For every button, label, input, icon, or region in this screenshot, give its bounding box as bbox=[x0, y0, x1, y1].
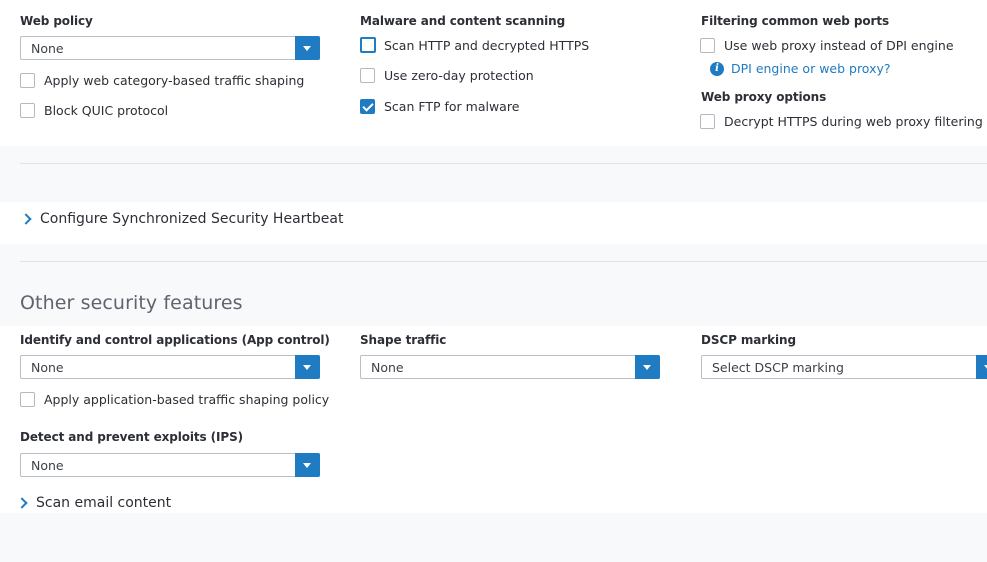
app-traffic-shaping-label: Apply application-based traffic shaping … bbox=[44, 391, 330, 407]
web-traffic-shaping-label: Apply web category-based traffic shaping bbox=[44, 72, 305, 88]
shape-traffic-select-value: None bbox=[371, 360, 404, 375]
section-divider bbox=[20, 163, 987, 164]
caret-down-icon[interactable] bbox=[976, 355, 987, 379]
caret-down-icon[interactable] bbox=[295, 453, 320, 477]
caret-down-icon[interactable] bbox=[295, 36, 320, 60]
block-quic-option[interactable]: Block QUIC protocol bbox=[20, 101, 168, 119]
scan-ftp-label: Scan FTP for malware bbox=[384, 98, 520, 114]
scan-ftp-option[interactable]: Scan FTP for malware bbox=[360, 97, 519, 115]
chevron-right-icon bbox=[18, 497, 26, 509]
scan-http-option[interactable]: Scan HTTP and decrypted HTTPS bbox=[360, 36, 589, 54]
info-icon: i bbox=[710, 61, 724, 76]
section-title: Other security features bbox=[20, 292, 243, 314]
shape-traffic-select[interactable]: None bbox=[360, 355, 660, 379]
section-divider bbox=[20, 261, 987, 262]
zero-day-label: Use zero-day protection bbox=[384, 67, 534, 83]
app-control-select-value: None bbox=[31, 360, 64, 375]
app-traffic-shaping-checkbox[interactable] bbox=[20, 391, 35, 407]
dpi-or-proxy-link[interactable]: i DPI engine or web proxy? bbox=[710, 61, 891, 76]
malware-scanning-label: Malware and content scanning bbox=[360, 14, 566, 28]
ips-select[interactable]: None bbox=[20, 453, 320, 477]
caret-down-icon[interactable] bbox=[635, 355, 660, 379]
web-policy-select-value: None bbox=[31, 41, 64, 56]
heartbeat-toggle[interactable]: Configure Synchronized Security Heartbea… bbox=[22, 211, 343, 227]
block-quic-checkbox[interactable] bbox=[20, 102, 35, 118]
decrypt-https-checkbox[interactable] bbox=[700, 113, 715, 129]
decrypt-https-option[interactable]: Decrypt HTTPS during web proxy filtering bbox=[700, 112, 983, 130]
scan-email-label[interactable]: Scan email content bbox=[36, 495, 171, 511]
block-quic-label: Block QUIC protocol bbox=[44, 102, 169, 118]
zero-day-option[interactable]: Use zero-day protection bbox=[360, 66, 534, 84]
app-control-select[interactable]: None bbox=[20, 355, 320, 379]
scan-email-toggle[interactable]: Scan email content bbox=[18, 495, 171, 511]
chevron-right-icon bbox=[22, 213, 30, 225]
zero-day-checkbox[interactable] bbox=[360, 67, 375, 83]
shape-traffic-label: Shape traffic bbox=[360, 333, 447, 347]
dscp-select[interactable]: Select DSCP marking bbox=[701, 355, 987, 379]
app-control-label: Identify and control applications (App c… bbox=[20, 333, 330, 347]
ips-select-value: None bbox=[31, 458, 64, 473]
dpi-or-proxy-link-text[interactable]: DPI engine or web proxy? bbox=[731, 61, 891, 76]
web-policy-select[interactable]: None bbox=[20, 36, 320, 60]
web-proxy-options-label: Web proxy options bbox=[701, 90, 827, 104]
dscp-select-placeholder: Select DSCP marking bbox=[712, 360, 844, 375]
web-proxy-label: Use web proxy instead of DPI engine bbox=[724, 37, 954, 53]
web-traffic-shaping-option[interactable]: Apply web category-based traffic shaping bbox=[20, 71, 304, 89]
heartbeat-label[interactable]: Configure Synchronized Security Heartbea… bbox=[40, 211, 343, 227]
web-policy-label: Web policy bbox=[20, 14, 93, 28]
web-proxy-option[interactable]: Use web proxy instead of DPI engine bbox=[700, 36, 954, 54]
decrypt-https-label: Decrypt HTTPS during web proxy filtering bbox=[724, 113, 983, 129]
web-traffic-shaping-checkbox[interactable] bbox=[20, 72, 35, 88]
dscp-label: DSCP marking bbox=[701, 333, 796, 347]
scan-http-checkbox[interactable] bbox=[360, 37, 376, 53]
checkmark-icon[interactable] bbox=[360, 98, 375, 114]
caret-down-icon[interactable] bbox=[295, 355, 320, 379]
scan-http-label: Scan HTTP and decrypted HTTPS bbox=[384, 37, 590, 53]
web-ports-label: Filtering common web ports bbox=[701, 14, 889, 28]
ips-label: Detect and prevent exploits (IPS) bbox=[20, 430, 244, 444]
app-traffic-shaping-option[interactable]: Apply application-based traffic shaping … bbox=[20, 390, 329, 408]
web-proxy-checkbox[interactable] bbox=[700, 37, 715, 53]
